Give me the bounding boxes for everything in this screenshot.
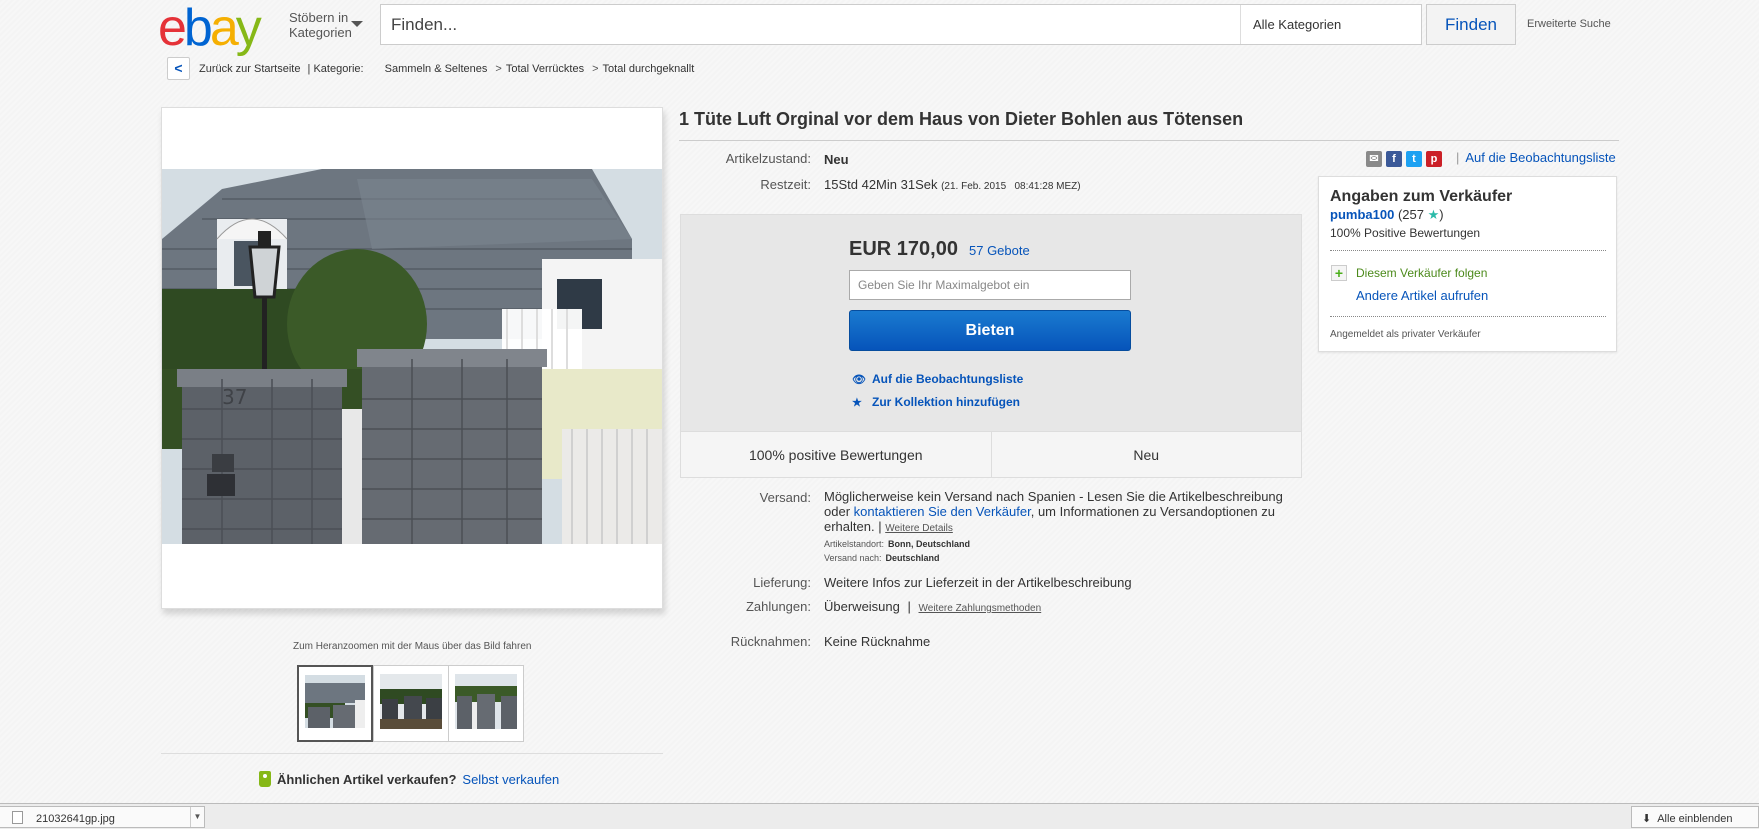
add-to-watchlist[interactable]: 👁 Auf die Beobachtungsliste <box>852 372 1023 386</box>
delivery-label: Lieferung: <box>753 575 811 590</box>
payment-value: Überweisung | Weitere Zahlungsmethoden <box>824 599 1042 614</box>
sell-yourself-link[interactable]: Selbst verkaufen <box>462 772 559 787</box>
end-date: (21. Feb. 2015 08:41:28 MEZ) <box>941 181 1081 192</box>
time-left-label: Restzeit: <box>760 177 811 192</box>
pinterest-icon[interactable]: p <box>1426 151 1442 167</box>
plus-icon[interactable]: + <box>1331 265 1347 281</box>
condition-summary: Neu <box>1133 447 1160 463</box>
show-all-downloads-button[interactable]: ⬇ Alle einblenden <box>1631 806 1759 828</box>
facebook-icon[interactable]: f <box>1386 151 1402 167</box>
more-details-link[interactable]: Weitere Details <box>885 523 953 534</box>
email-icon[interactable]: ✉ <box>1366 151 1382 167</box>
sell-similar: Ähnlichen Artikel verkaufen? Selbst verka… <box>259 771 559 787</box>
bid-button[interactable]: Bieten <box>849 310 1131 351</box>
max-bid-input[interactable] <box>849 270 1131 300</box>
divider <box>1330 250 1606 251</box>
caret-down-icon[interactable] <box>351 21 363 27</box>
share-icons: ✉ f t p <box>1366 151 1442 167</box>
shipping-text: Möglicherweise kein Versand nach Spanien… <box>824 489 1283 534</box>
search-bar: Alle Kategorien <box>380 4 1422 45</box>
seller-title: Angaben zum Verkäufer <box>1330 188 1513 205</box>
ships-to: Versand nach: Deutschland <box>824 553 940 563</box>
watchlist-link-top[interactable]: | Auf die Beobachtungsliste <box>1456 150 1616 165</box>
divider <box>1330 316 1606 317</box>
browse-categories[interactable]: Stöbern in Kategorien <box>289 10 352 40</box>
browse-line-2: Kategorien <box>289 25 352 40</box>
sell-prompt: Ähnlichen Artikel verkaufen? <box>277 772 457 787</box>
back-to-home-link[interactable]: Zurück zur Startseite <box>199 63 300 75</box>
thumbnail-3[interactable] <box>448 665 524 742</box>
bid-count-link[interactable]: 57 Gebote <box>969 243 1030 258</box>
search-input[interactable] <box>381 5 1240 44</box>
item-title: 1 Tüte Luft Orginal vor dem Haus von Die… <box>679 109 1244 129</box>
seller-name-link[interactable]: pumba100 <box>1330 207 1394 222</box>
returns-value: Keine Rücknahme <box>824 634 931 649</box>
feedback-star-icon: ★ <box>1427 207 1440 222</box>
browse-line-1: Stöbern in <box>289 10 349 25</box>
category-select[interactable]: Alle Kategorien <box>1240 5 1421 44</box>
follow-seller-link[interactable]: Diesem Verkäufer folgen <box>1356 266 1487 280</box>
star-icon: ★ <box>852 397 862 409</box>
more-payment-link[interactable]: Weitere Zahlungsmethoden <box>919 603 1042 614</box>
main-image[interactable]: 37 <box>161 107 663 609</box>
download-bar: 21032641gp.jpg ▼ ⬇ Alle einblenden <box>0 803 1759 829</box>
time-left-value: 15Std 42Min 31Sek <box>824 177 938 192</box>
current-price: EUR 170,00 <box>849 238 958 260</box>
condition-label: Artikelzustand: <box>725 151 811 166</box>
breadcrumb: Zurück zur Startseite | Kategorie: Samme… <box>199 63 695 75</box>
positive-feedback: 100% positive Bewertungen <box>681 432 992 477</box>
breadcrumb-item[interactable]: Total durchgeknallt <box>603 63 695 75</box>
category-label: | Kategorie: <box>307 63 364 75</box>
breadcrumb-item[interactable]: Total Verrücktes <box>506 63 584 75</box>
time-left: 15Std 42Min 31Sek (21. Feb. 2015 08:41:2… <box>824 177 1081 192</box>
feedback-score[interactable]: (257 <box>1398 207 1424 222</box>
contact-seller-link[interactable]: kontaktieren Sie den Verkäufer <box>854 504 1031 519</box>
divider <box>161 753 663 754</box>
twitter-icon[interactable]: t <box>1406 151 1422 167</box>
seller-name-row: pumba100 (257 ★) <box>1330 207 1444 222</box>
eye-icon: 👁 <box>852 374 866 386</box>
ebay-logo[interactable]: ebay <box>158 2 262 54</box>
thumbnail-2[interactable] <box>373 665 449 742</box>
search-button[interactable]: Finden <box>1426 4 1516 45</box>
zoom-hint: Zum Heranzoomen mit der Maus über das Bi… <box>293 641 532 652</box>
other-items-link[interactable]: Andere Artikel aufrufen <box>1356 288 1488 303</box>
breadcrumb-item[interactable]: Sammeln & Seltenes <box>385 63 488 75</box>
add-to-collection[interactable]: ★ Zur Kollektion hinzufügen <box>852 395 1020 409</box>
svg-text:37: 37 <box>222 385 247 409</box>
condition-value: Neu <box>824 152 849 167</box>
bid-summary: 100% positive Bewertungen Neu <box>681 431 1301 477</box>
thumbnail-1[interactable] <box>297 665 373 742</box>
private-seller-note: Angemeldet als privater Verkäufer <box>1330 329 1481 340</box>
price-tag-icon <box>259 771 271 787</box>
download-icon: ⬇ <box>1642 813 1652 825</box>
house-photo: 37 <box>162 169 662 544</box>
file-icon <box>12 811 23 824</box>
bid-box: EUR 170,00 57 Gebote Bieten 👁Auf die Beo… <box>680 214 1302 478</box>
back-arrow-icon[interactable]: < <box>167 57 190 80</box>
seller-positive: 100% Positive Bewertungen <box>1330 226 1481 240</box>
download-filename: 21032641gp.jpg <box>36 813 115 825</box>
advanced-search-link[interactable]: Erweiterte Suche <box>1527 18 1611 30</box>
seller-info: Angaben zum Verkäufer pumba100 (257 ★) 1… <box>1318 176 1617 352</box>
title-divider <box>679 140 1619 141</box>
returns-label: Rücknahmen: <box>730 634 811 649</box>
download-item[interactable]: 21032641gp.jpg ▼ <box>0 806 205 828</box>
payment-label: Zahlungen: <box>745 599 811 614</box>
shipping-label: Versand: <box>759 490 811 505</box>
item-location: Artikelstandort: Bonn, Deutschland <box>824 539 971 549</box>
chevron-down-icon[interactable]: ▼ <box>190 807 204 827</box>
delivery-value: Weitere Infos zur Lieferzeit in der Arti… <box>824 575 1132 590</box>
